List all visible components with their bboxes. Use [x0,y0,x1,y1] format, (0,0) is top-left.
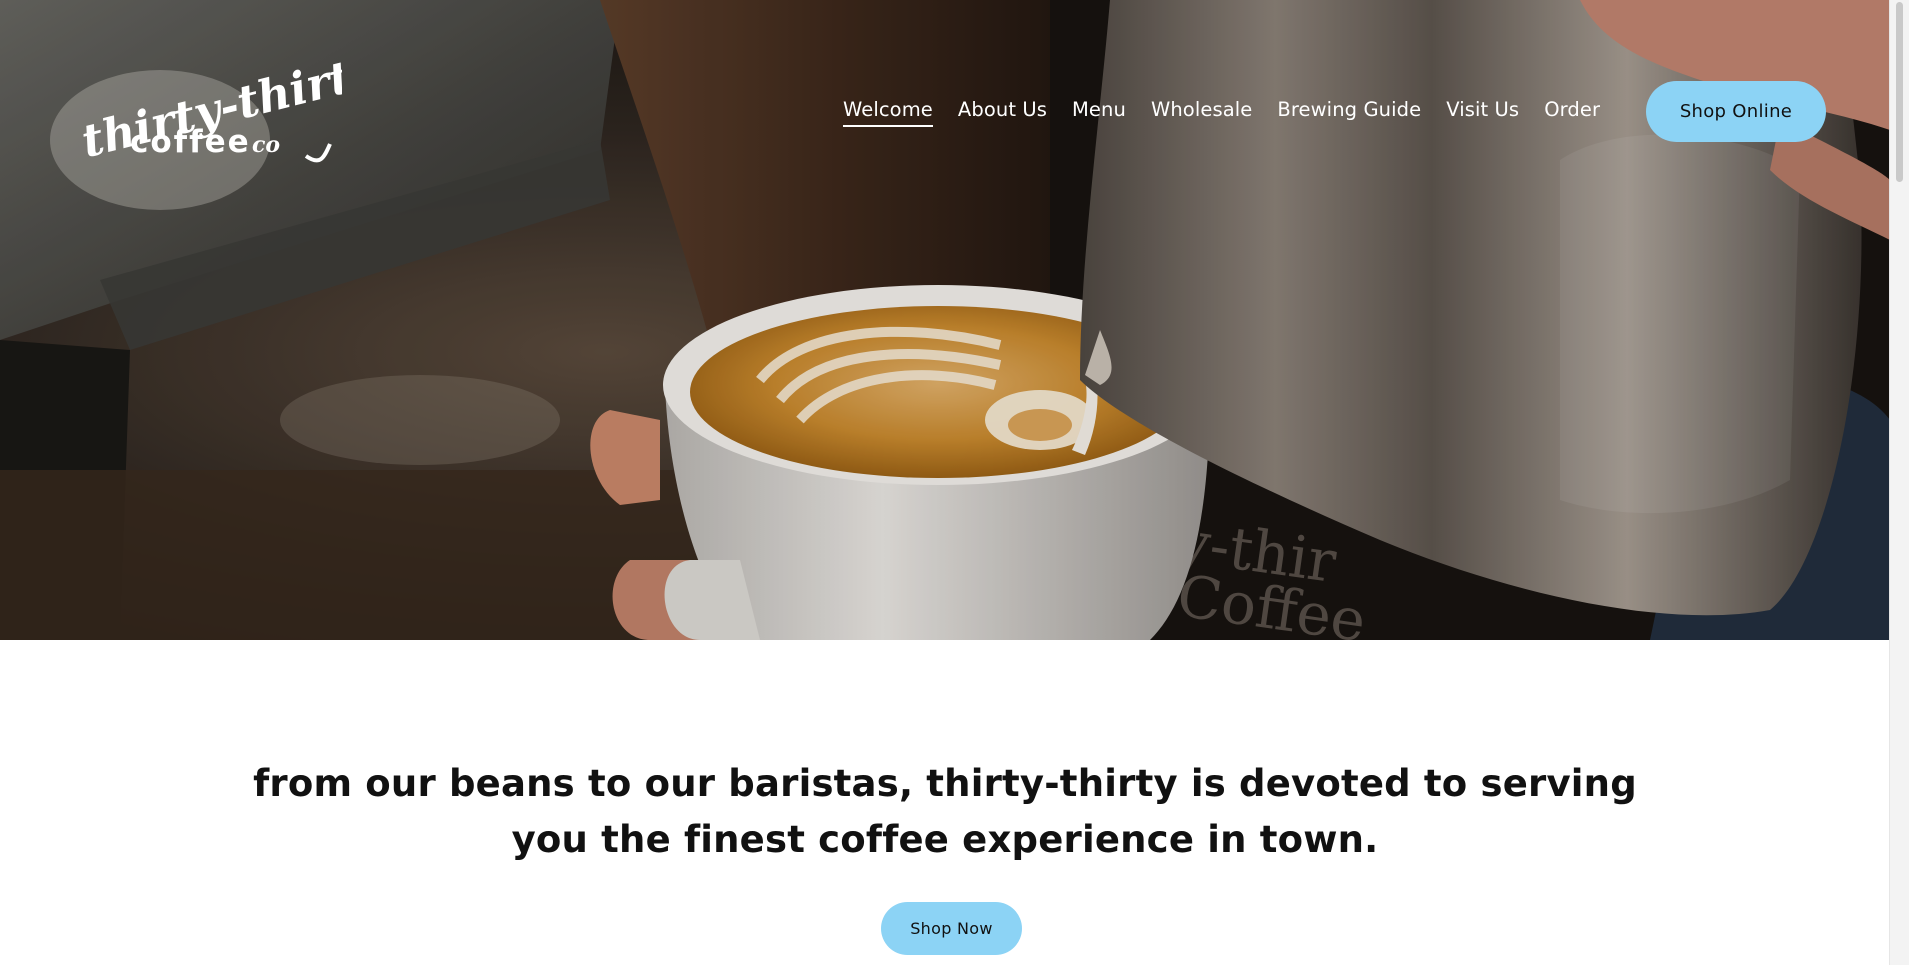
nav-item-menu[interactable]: Menu [1072,98,1126,127]
intro-section: from our beans to our baristas, thirty-t… [0,640,1890,965]
logo-suffix: co [252,132,280,158]
brand-logo[interactable]: thirty-thirty coffee co [72,48,342,178]
logo-subline: coffee [130,124,251,160]
nav-item-welcome[interactable]: Welcome [843,98,933,127]
page: y-thir Coffee thirty-thirty coffee co We… [0,0,1909,965]
intro-tagline: from our beans to our baristas, thirty-t… [245,756,1645,868]
nav-item-brewing-guide[interactable]: Brewing Guide [1277,98,1421,127]
hero-banner: y-thir Coffee thirty-thirty coffee co We… [0,0,1890,640]
nav-item-order[interactable]: Order [1544,98,1600,127]
nav-item-about-us[interactable]: About Us [958,98,1047,127]
main-navigation: Welcome About Us Menu Wholesale Brewing … [843,98,1625,127]
logo-swash-icon [304,143,332,163]
nav-item-visit-us[interactable]: Visit Us [1446,98,1519,127]
shop-online-button[interactable]: Shop Online [1646,81,1826,142]
tagline-line-1: from our beans to our baristas, thirty-t… [253,762,1637,805]
scrollbar-thumb[interactable] [1896,2,1903,182]
shop-now-button[interactable]: Shop Now [881,902,1022,955]
tagline-line-2: you the finest coffee experience in town… [511,818,1379,861]
nav-item-wholesale[interactable]: Wholesale [1151,98,1252,127]
page-scrollbar[interactable] [1889,0,1909,965]
